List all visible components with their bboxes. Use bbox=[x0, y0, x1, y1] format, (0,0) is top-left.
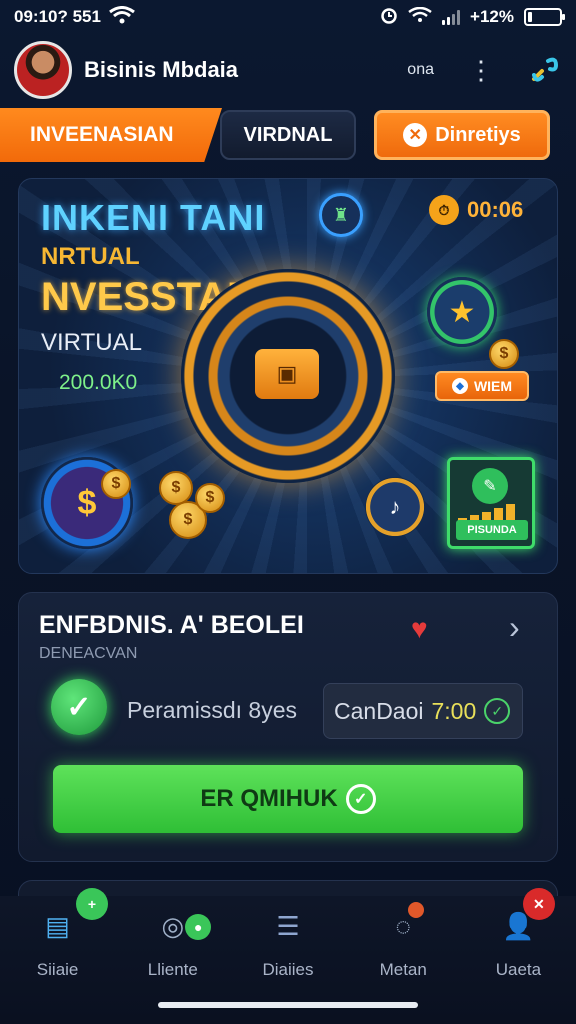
investment-wheel-icon[interactable]: ▣ bbox=[181, 269, 395, 483]
wifi-icon bbox=[109, 5, 135, 29]
check-icon[interactable]: ✓ bbox=[51, 679, 107, 735]
wallet-icon: ▣ bbox=[255, 349, 319, 399]
list-icon: ☰ bbox=[276, 910, 300, 941]
countdown-timer: ⏱ 00:06 bbox=[429, 193, 523, 227]
card-title: ENFBDNIS. A' BEOLEI bbox=[39, 611, 304, 639]
tab-investasi[interactable]: INVEENASIAN bbox=[0, 108, 222, 162]
coin-icon: $ bbox=[101, 469, 131, 499]
tab-right-icon: ✕ bbox=[403, 123, 428, 147]
nav-label: Metan bbox=[379, 960, 427, 979]
header-right-text[interactable]: ona bbox=[407, 61, 434, 79]
coin-icon: $ bbox=[489, 339, 519, 369]
signal-icon bbox=[442, 9, 461, 25]
hero-amount: 200.0K0 bbox=[59, 371, 138, 394]
music-note-icon[interactable]: ♪ bbox=[365, 477, 425, 537]
plus-badge-icon: + bbox=[76, 888, 108, 920]
link-icon[interactable] bbox=[528, 53, 562, 87]
win-badge[interactable]: ◆ WIEM bbox=[435, 371, 529, 401]
status-time: 09:10? 551 bbox=[14, 7, 101, 26]
tab-virtual[interactable]: VIRDNAL bbox=[220, 110, 356, 160]
chart-card-label: PISUNDA bbox=[456, 520, 528, 540]
growth-chart-card[interactable]: ✎ PISUNDA bbox=[447, 457, 535, 549]
username: Bisinis Mbdaia bbox=[84, 57, 239, 82]
app-header: Bisinis Mbdaia ona ⋮ bbox=[0, 38, 576, 102]
alarm-icon bbox=[380, 6, 398, 29]
win-icon: ◆ bbox=[451, 378, 468, 394]
hero-subtitle: NRTUAL bbox=[41, 243, 140, 270]
coin-icon: $ bbox=[159, 471, 193, 505]
nav-item-siiaie[interactable]: ▤ + Siiaie bbox=[0, 888, 115, 1024]
card-subtitle: DENEACVAN bbox=[39, 645, 138, 662]
win-badge-label: WIEM bbox=[473, 378, 513, 394]
tab-bar: INVEENASIAN VIRDNAL ✕ Dinretiys bbox=[0, 106, 576, 164]
briefcase-icon: ▤ bbox=[45, 910, 70, 941]
time-selector[interactable]: CanDaoi 7:00 ✓ bbox=[323, 683, 523, 739]
battery-text: +12% bbox=[470, 7, 514, 26]
wifi-icon bbox=[408, 6, 432, 28]
clock-icon: ⏱ bbox=[429, 195, 459, 225]
schedule-card: ENFBDNIS. A' BEOLEI DENEACVAN ♥ › ✓ Pera… bbox=[18, 592, 558, 862]
timer-value: 00:06 bbox=[467, 197, 524, 222]
battery-icon bbox=[524, 8, 565, 26]
hero-banner[interactable]: INKENI TANI ♜ ⏱ 00:06 NRTUAL NVESSTABII … bbox=[18, 178, 558, 574]
time-value: 7:00 bbox=[431, 697, 477, 724]
check-circle-icon: ✓ bbox=[345, 784, 376, 814]
tab-right-label: Dinretiys bbox=[435, 123, 521, 146]
coin-badge-icon: ● bbox=[185, 914, 212, 940]
chevron-right-icon[interactable]: › bbox=[509, 609, 520, 646]
confirm-button-label: ER QMIHUK bbox=[200, 785, 338, 812]
home-indicator[interactable] bbox=[158, 1002, 418, 1008]
star-icon[interactable]: ★ bbox=[427, 277, 497, 347]
notification-dot bbox=[407, 902, 424, 918]
check-circle-icon: ✓ bbox=[484, 698, 511, 724]
hero-subtitle-2: VIRTUAL bbox=[41, 329, 142, 356]
nav-label: Diaiies bbox=[262, 960, 314, 979]
nav-label: Siiaie bbox=[36, 960, 79, 979]
more-options-icon[interactable]: ⋮ bbox=[468, 57, 494, 83]
avatar[interactable] bbox=[14, 41, 72, 99]
heart-icon[interactable]: ♥ bbox=[411, 613, 428, 645]
nav-label: Uaeta bbox=[495, 960, 542, 979]
permission-label: Peramissdı 8yes bbox=[127, 697, 298, 723]
nav-item-uaeta[interactable]: 👤 ✕ Uaeta bbox=[461, 888, 576, 1024]
coin-icon: $ bbox=[195, 483, 225, 513]
alert-badge-icon: ✕ bbox=[522, 888, 555, 920]
status-bar: 09:10? 551 +12% bbox=[0, 0, 576, 34]
trophy-icon: ♜ bbox=[319, 193, 363, 237]
tab-dinretiys[interactable]: ✕ Dinretiys bbox=[374, 110, 550, 160]
pencil-icon: ✎ bbox=[472, 468, 508, 504]
confirm-button[interactable]: ER QMIHUK ✓ bbox=[53, 765, 523, 833]
time-label: CanDaoi bbox=[334, 697, 424, 724]
hero-title: INKENI TANI bbox=[41, 197, 266, 238]
nav-label: Lliente bbox=[147, 960, 198, 979]
